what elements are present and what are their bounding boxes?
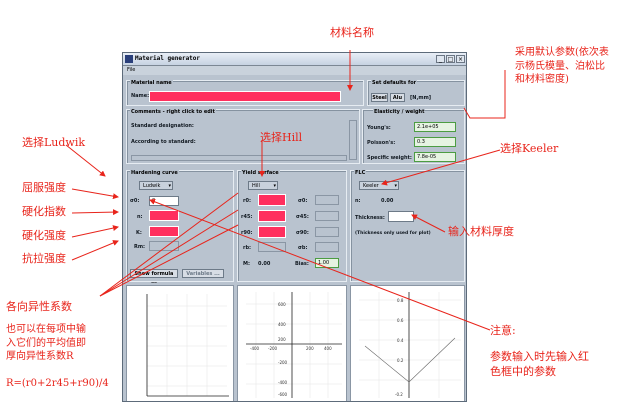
annotation-yield-strength: 屈服强度 <box>22 181 66 194</box>
annotation-line: 入它们的平均值即 <box>6 337 86 349</box>
annotation-line: 色框中的参数 <box>490 364 556 378</box>
annotation-anisotropy: 各向异性系数 <box>6 300 72 313</box>
annotation-hardening-index: 硬化指数 <box>22 205 66 218</box>
annotation-tensile-strength: 抗拉强度 <box>22 252 66 265</box>
annotation-keeler: 选择Keeler <box>500 142 559 155</box>
annotation-note-body: 参数输入时先输入红 色框中的参数 <box>490 350 589 380</box>
annotation-hill: 选择Hill <box>260 131 303 144</box>
annotation-defaults: 采用默认参数(依次表 示杨氏模量、泊松比 和材料密度) <box>515 46 609 87</box>
annotation-material-name: 材料名称 <box>330 26 374 39</box>
annotation-ludwik: 选择Ludwik <box>22 136 86 149</box>
annotation-line: 参数输入时先输入红 <box>490 350 589 363</box>
annotation-line: 和材料密度) <box>515 74 569 85</box>
annotation-thickness: 输入材料厚度 <box>448 225 514 238</box>
annotation-formula: R=(r0+2r45+r90)/4 <box>6 378 109 389</box>
annotation-anisotropy-note: 也可以在每项中输 入它们的平均值即 厚向异性系数R <box>6 323 86 364</box>
annotation-line: 厚向异性系数R <box>6 351 74 362</box>
annotation-line: 采用默认参数(依次表 <box>515 47 609 58</box>
annotation-note-title: 注意: <box>490 324 516 337</box>
annotation-line: 示杨氏模量、泊松比 <box>515 60 605 72</box>
annotation-line: 也可以在每项中输 <box>6 324 86 335</box>
annotation-hardening-strength: 硬化强度 <box>22 229 66 242</box>
